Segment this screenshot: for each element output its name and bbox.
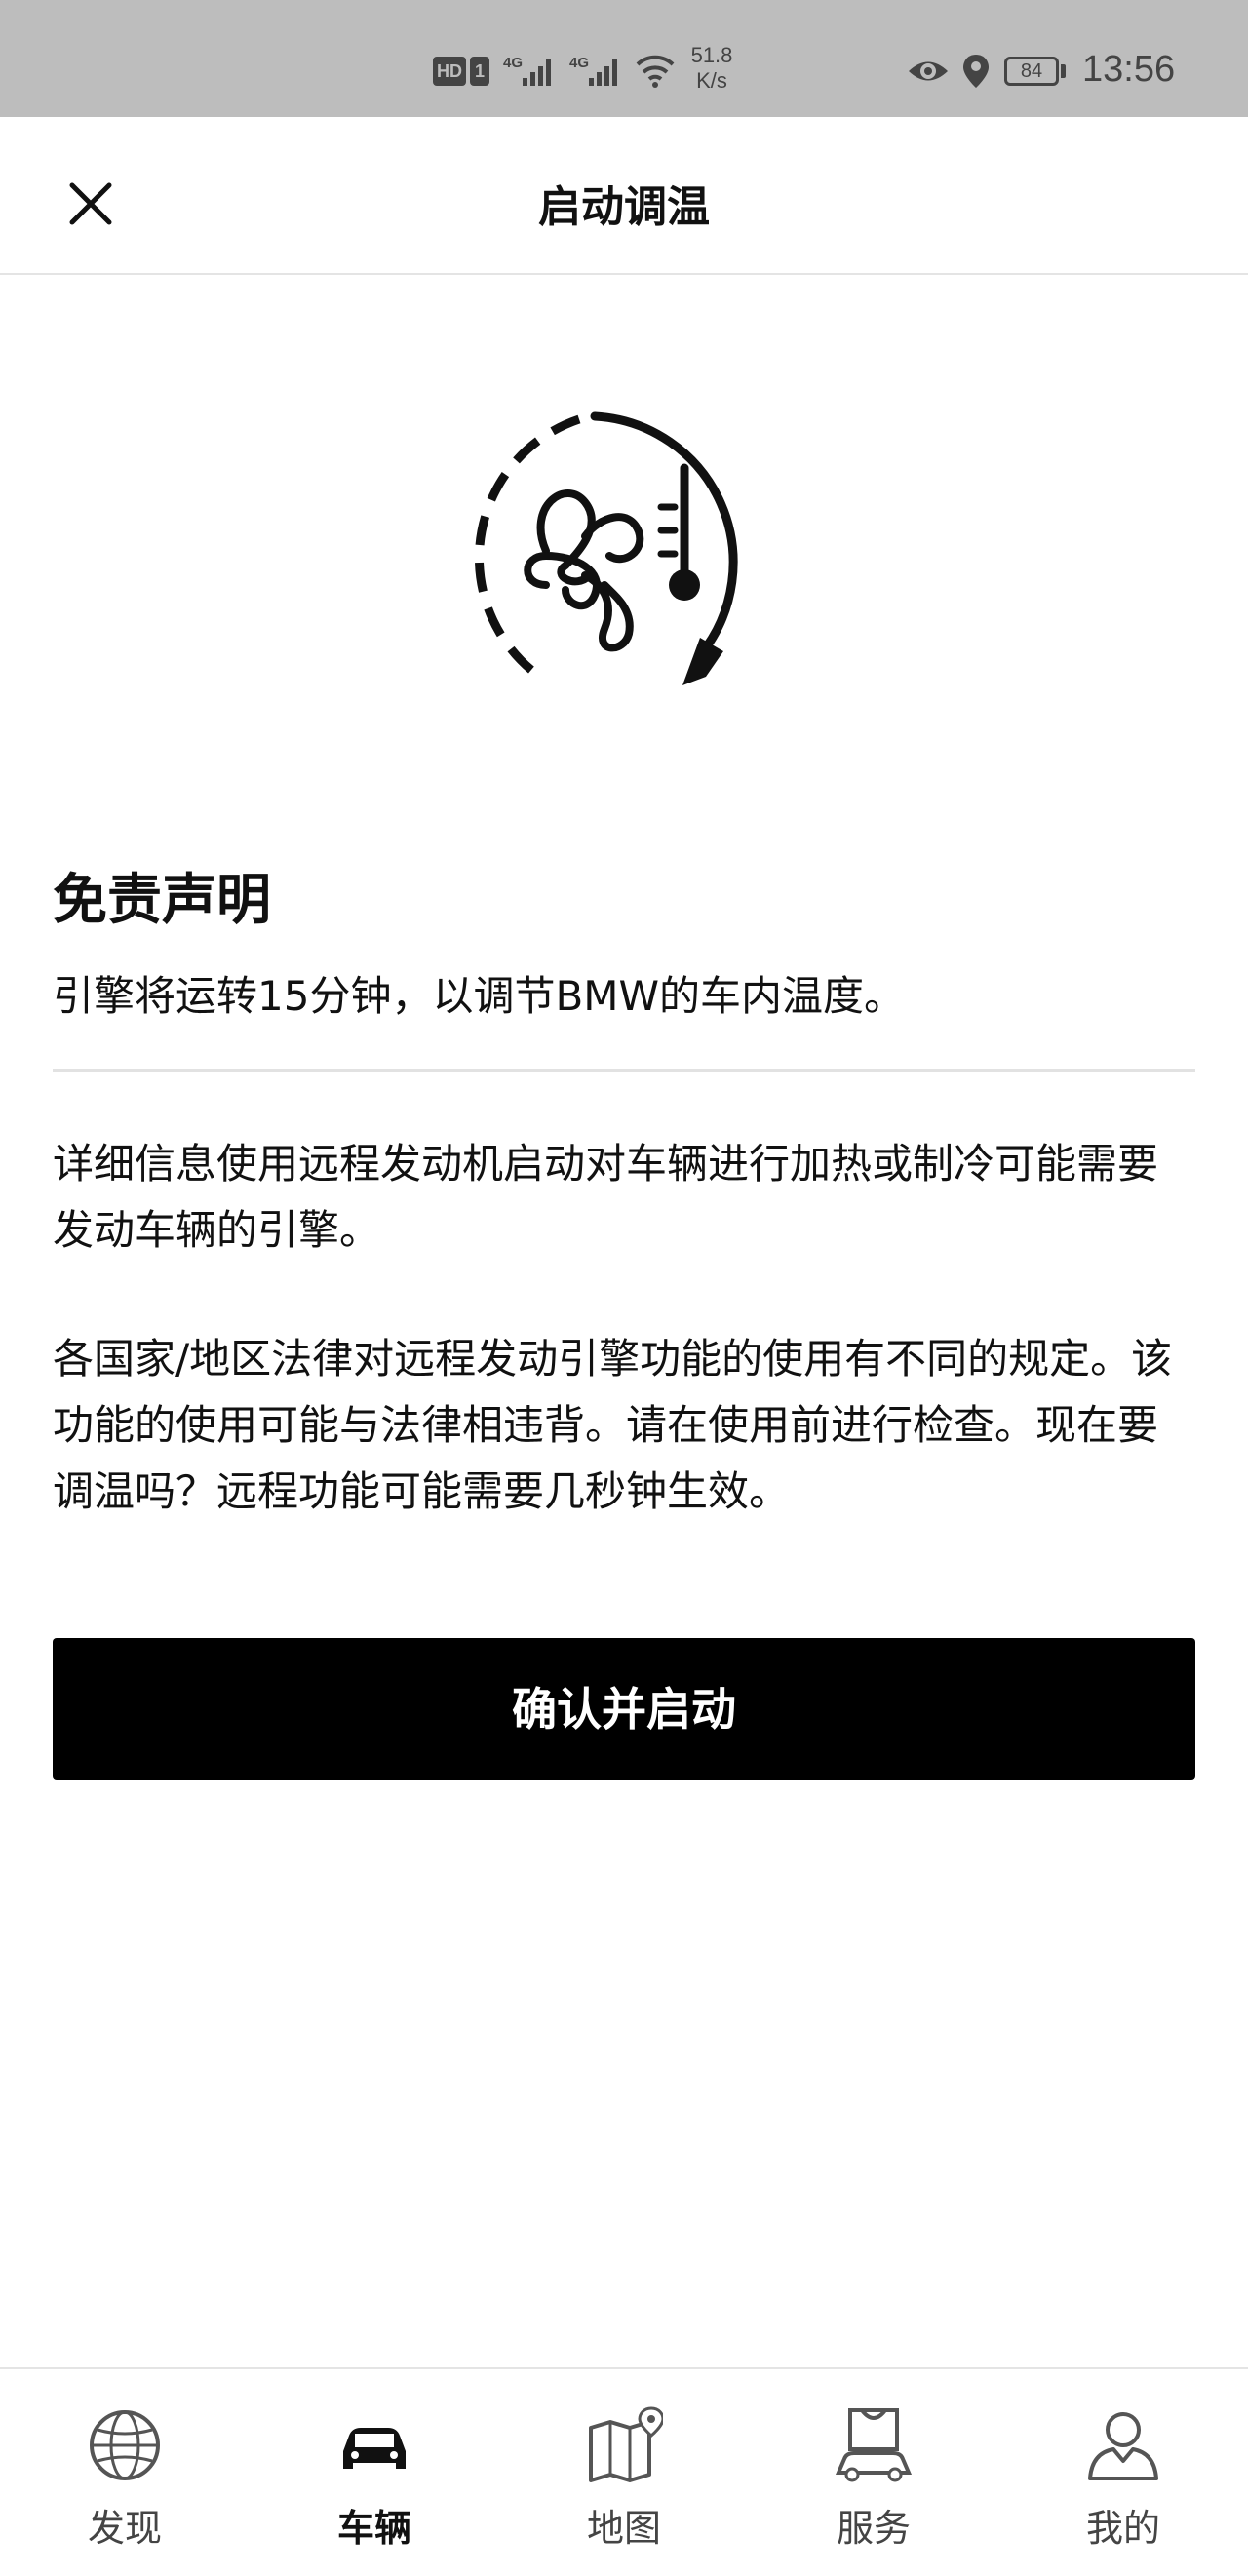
status-bar: HD 1 4G 4G 51.8 K/s 84 13:56 xyxy=(0,0,1248,117)
nav-label-service: 服务 xyxy=(836,2507,911,2550)
nav-label-vehicle: 车辆 xyxy=(336,2507,411,2550)
wifi-icon xyxy=(636,55,675,88)
nav-label-profile: 我的 xyxy=(1085,2507,1160,2550)
map-icon xyxy=(589,2406,663,2482)
nav-label-map: 地图 xyxy=(586,2507,661,2550)
clock: 13:56 xyxy=(1082,49,1176,90)
nav-item-vehicle[interactable]: 车辆 xyxy=(250,2399,499,2555)
nav-item-profile[interactable]: 我的 xyxy=(998,2399,1248,2555)
car-icon xyxy=(343,2428,406,2469)
eye-icon xyxy=(909,61,948,81)
nav-label-discover: 发现 xyxy=(87,2507,162,2550)
nav-item-service[interactable]: 服务 xyxy=(749,2399,998,2555)
speed-unit: K/s xyxy=(696,68,727,93)
divider xyxy=(53,1069,1195,1072)
signal-icon-2 xyxy=(589,59,617,86)
disclaimer-legal-paragraph: 各国家/地区法律对远程发动引擎功能的使用有不同的规定。该功能的使用可能与法律相违… xyxy=(53,1335,1173,1515)
sim-badge: 1 xyxy=(470,57,489,86)
climate-control-icon xyxy=(474,411,738,685)
nav-item-discover[interactable]: 发现 xyxy=(0,2399,250,2555)
disclaimer-detail-paragraph: 详细信息使用远程发动机启动对车辆进行加热或制冷可能需要发动车辆的引擎。 xyxy=(53,1140,1159,1254)
profile-icon xyxy=(1088,2412,1158,2480)
page-title: 启动调温 xyxy=(538,182,710,232)
network-type-2: 4G xyxy=(569,55,590,71)
service-icon xyxy=(835,2408,913,2482)
network-speed: 51.8 K/s xyxy=(682,43,741,94)
battery-level: 84 xyxy=(1004,57,1059,86)
nav-item-map[interactable]: 地图 xyxy=(499,2399,749,2555)
speed-value: 51.8 xyxy=(690,43,733,67)
network-type-1: 4G xyxy=(503,55,524,71)
disclaimer-title: 免责声明 xyxy=(53,869,271,932)
signal-icon xyxy=(523,59,551,86)
globe-icon xyxy=(90,2410,160,2480)
confirm-and-start-button[interactable]: 确认并启动 xyxy=(53,1638,1195,1780)
battery-tip xyxy=(1061,64,1066,78)
location-icon xyxy=(963,55,989,88)
hd-badge: HD xyxy=(433,57,466,86)
disclaimer-summary: 引擎将运转15分钟，以调节BMW的车内温度。 xyxy=(53,972,906,1020)
